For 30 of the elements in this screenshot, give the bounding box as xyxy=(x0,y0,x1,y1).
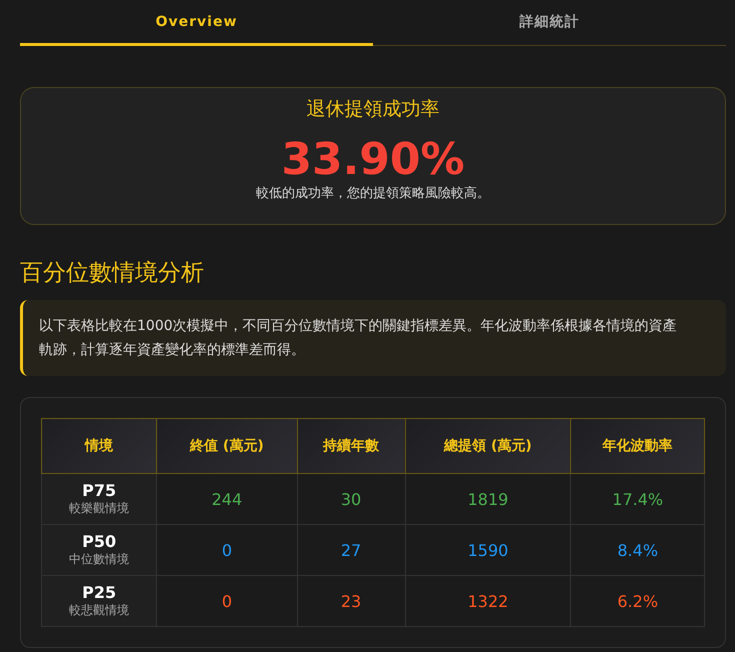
card-note: 較低的成功率，您的提領策略風險較高。 xyxy=(255,185,491,202)
table-cell: 1819 xyxy=(405,474,571,524)
column-header: 年化波動率 xyxy=(570,418,704,474)
column-header: 總提領 (萬元) xyxy=(405,418,571,474)
scenario-sublabel: 較悲觀情境 xyxy=(68,602,130,619)
table-cell: 6.2% xyxy=(570,576,704,626)
table-cell: 23 xyxy=(297,576,405,626)
table-cell: 0 xyxy=(156,576,298,626)
table-cell: 8.4% xyxy=(570,524,704,576)
card-title: 退休提領成功率 xyxy=(306,97,440,122)
info-note: 以下表格比較在1000次模擬中，不同百分位數情境下的關鍵指標差異。年化波動率係根據各情境的資產軌跡，計算逐年資產變化率的標準差而得。 xyxy=(20,300,726,376)
column-header: 終值 (萬元) xyxy=(156,418,298,474)
column-header: 情境 xyxy=(42,418,157,474)
scenario-sublabel: 中位數情境 xyxy=(68,551,130,568)
section-title: 百分位數情境分析 xyxy=(20,259,205,288)
scenario-label: P75 xyxy=(81,481,118,500)
table-cell: 30 xyxy=(297,474,405,524)
scenario-label: P25 xyxy=(81,583,118,602)
column-header: 持續年數 xyxy=(297,418,405,474)
scenario-label: P50 xyxy=(81,532,118,551)
table-cell: 0 xyxy=(156,524,298,576)
table-cell: 1590 xyxy=(405,524,571,576)
success-rate: 33.90% xyxy=(280,136,466,184)
table-cell: 1322 xyxy=(405,576,571,626)
tab[interactable]: 詳細統計 xyxy=(373,0,726,46)
table-cell: 27 xyxy=(297,524,405,576)
table-cell: 244 xyxy=(156,474,298,524)
scenario-sublabel: 較樂觀情境 xyxy=(68,500,130,517)
table-cell: 17.4% xyxy=(570,474,704,524)
tab[interactable]: Overview xyxy=(20,0,373,46)
